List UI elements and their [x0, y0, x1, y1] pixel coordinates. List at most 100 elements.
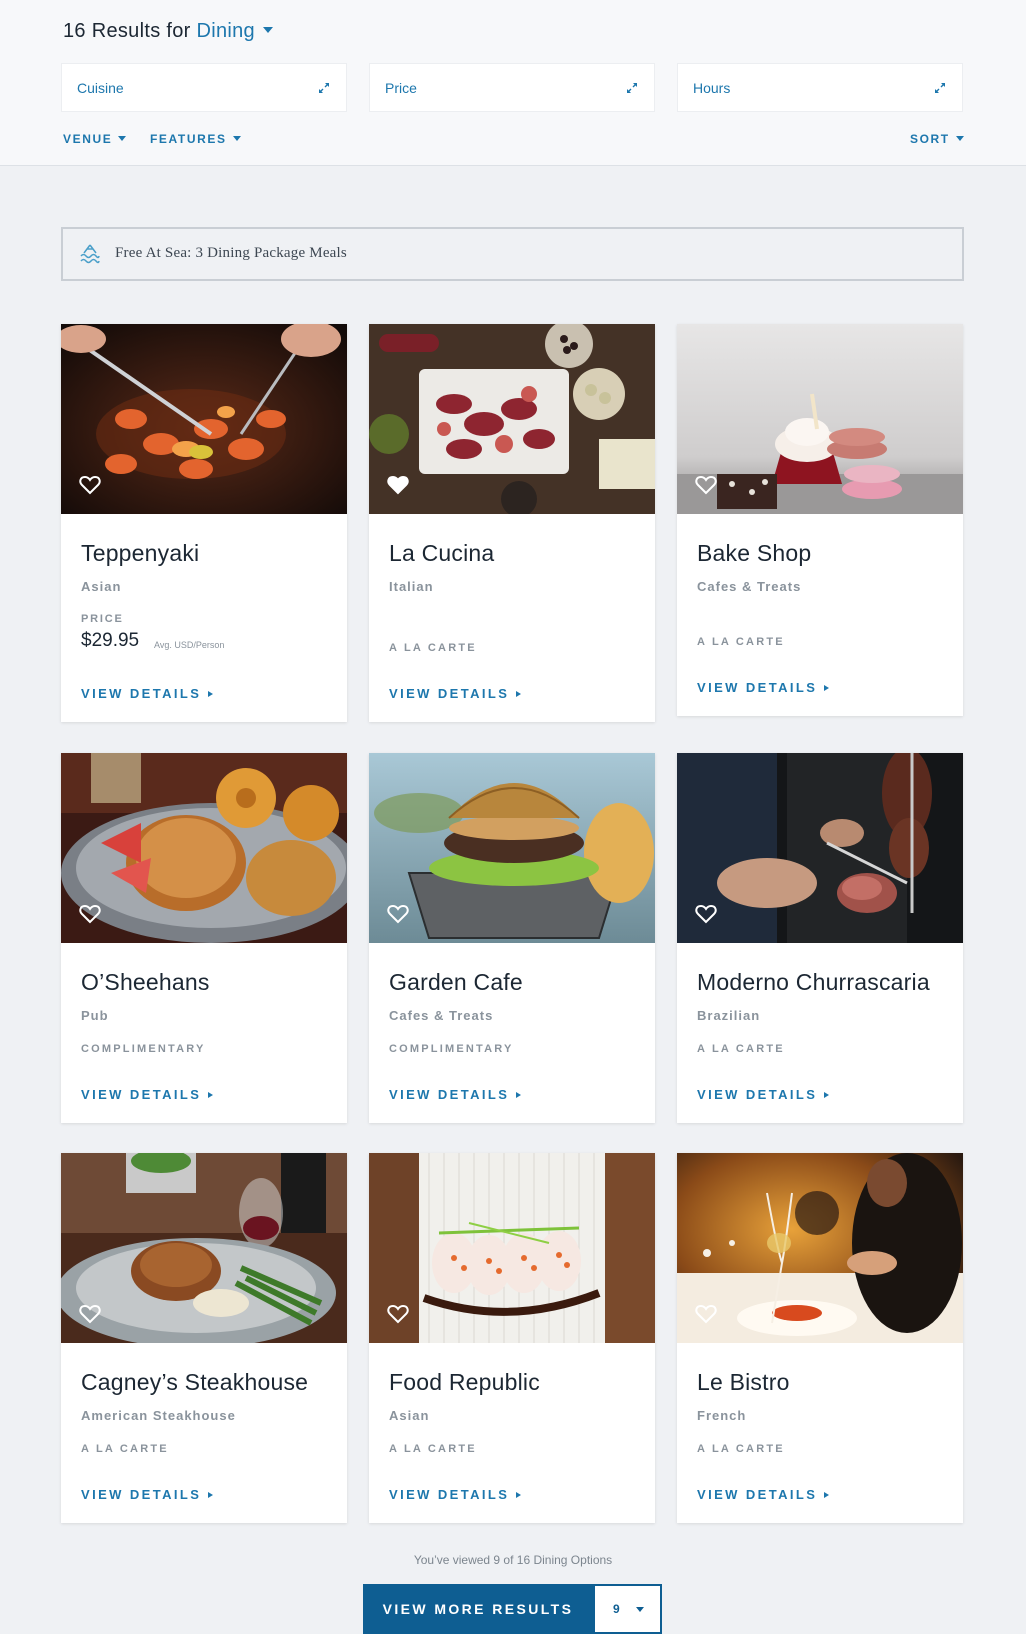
- venue-label: VENUE: [63, 132, 113, 146]
- view-details-label: VIEW DETAILS: [389, 686, 510, 701]
- promo-text: Free At Sea: 3 Dining Package Meals: [115, 245, 347, 261]
- arrow-right-icon: [516, 1492, 522, 1498]
- expand-icon: [627, 83, 637, 93]
- chevron-down-icon: [955, 136, 964, 142]
- card-title: Bake Shop: [697, 540, 812, 566]
- view-details-label: VIEW DETAILS: [81, 686, 202, 701]
- card-title: Teppenyaki: [81, 540, 200, 566]
- card-image[interactable]: [677, 1153, 963, 1343]
- view-details-link[interactable]: VIEW DETAILS: [697, 680, 830, 695]
- chevron-down-icon: [636, 1607, 644, 1612]
- view-details-link[interactable]: VIEW DETAILS: [81, 1087, 214, 1102]
- card-title: O’Sheehans: [81, 969, 210, 995]
- hours-filter-label: Hours: [693, 80, 731, 96]
- dining-card[interactable]: Cagney’s Steakhouse American Steakhouse …: [61, 1153, 347, 1523]
- view-details-link[interactable]: VIEW DETAILS: [389, 686, 522, 701]
- results-per-page-value: 9: [613, 1602, 620, 1616]
- card-meal-type: A LA CARTE: [697, 636, 785, 648]
- heart-icon[interactable]: [79, 475, 101, 495]
- features-dropdown[interactable]: FEATURES: [150, 132, 241, 146]
- view-details-link[interactable]: VIEW DETAILS: [81, 686, 214, 701]
- card-image[interactable]: [61, 324, 347, 514]
- sort-dropdown[interactable]: SORT: [910, 132, 964, 146]
- dining-card[interactable]: O’Sheehans Pub COMPLIMENTARY VIEW DETAIL…: [61, 753, 347, 1123]
- view-details-link[interactable]: VIEW DETAILS: [697, 1487, 830, 1502]
- card-title: Le Bistro: [697, 1369, 790, 1395]
- expand-icon: [319, 83, 329, 93]
- dining-card[interactable]: Teppenyaki Asian PRICE $29.95 Avg. USD/P…: [61, 324, 347, 722]
- card-cuisine: Brazilian: [697, 1008, 761, 1023]
- heart-icon[interactable]: [387, 475, 409, 495]
- chevron-down-icon: [118, 136, 127, 142]
- dining-card[interactable]: Le Bistro French A LA CARTE VIEW DETAILS: [677, 1153, 963, 1523]
- card-meal-type: A LA CARTE: [389, 1443, 477, 1455]
- view-more-results-button[interactable]: VIEW MORE RESULTS: [363, 1584, 593, 1634]
- card-cuisine: French: [697, 1408, 747, 1423]
- arrow-right-icon: [208, 691, 214, 697]
- card-image[interactable]: [369, 324, 655, 514]
- arrow-right-icon: [516, 1092, 522, 1098]
- cuisine-filter[interactable]: Cuisine: [61, 63, 347, 112]
- card-cuisine: Cafes & Treats: [697, 579, 802, 594]
- category-dropdown[interactable]: Dining: [196, 20, 273, 42]
- card-image[interactable]: [677, 753, 963, 943]
- card-image[interactable]: [61, 1153, 347, 1343]
- card-image[interactable]: [61, 753, 347, 943]
- view-details-link[interactable]: VIEW DETAILS: [81, 1487, 214, 1502]
- hours-filter[interactable]: Hours: [677, 63, 963, 112]
- price-filter-label: Price: [385, 80, 417, 96]
- view-details-link[interactable]: VIEW DETAILS: [697, 1087, 830, 1102]
- card-title: Food Republic: [389, 1369, 540, 1395]
- heart-icon[interactable]: [79, 904, 101, 924]
- card-cuisine: Cafes & Treats: [389, 1008, 494, 1023]
- heart-icon[interactable]: [695, 475, 717, 495]
- card-cuisine: American Steakhouse: [81, 1408, 236, 1423]
- sort-label: SORT: [910, 132, 950, 146]
- chevron-down-icon: [262, 26, 273, 33]
- dining-card[interactable]: Bake Shop Cafes & Treats A LA CARTE VIEW…: [677, 324, 963, 716]
- arrow-right-icon: [824, 1492, 830, 1498]
- filter-header: 16 Results for Dining Cuisine Price Hour…: [0, 0, 1026, 166]
- arrow-right-icon: [208, 1492, 214, 1498]
- waves-icon: [80, 244, 100, 264]
- heart-icon[interactable]: [695, 1304, 717, 1324]
- dining-card[interactable]: Moderno Churrascaria Brazilian A LA CART…: [677, 753, 963, 1123]
- venue-dropdown[interactable]: VENUE: [63, 132, 127, 146]
- view-details-label: VIEW DETAILS: [697, 680, 818, 695]
- features-label: FEATURES: [150, 132, 227, 146]
- results-progress-text: You’ve viewed 9 of 16 Dining Options: [413, 1553, 613, 1567]
- card-title: Moderno Churrascaria: [697, 969, 930, 995]
- card-title: Garden Cafe: [389, 969, 523, 995]
- results-count-label: 16 Results for: [63, 20, 191, 42]
- card-title: La Cucina: [389, 540, 495, 566]
- heart-icon[interactable]: [79, 1304, 101, 1324]
- heart-icon[interactable]: [695, 904, 717, 924]
- dining-card[interactable]: Food Republic Asian A LA CARTE VIEW DETA…: [369, 1153, 655, 1523]
- price-filter[interactable]: Price: [369, 63, 655, 112]
- card-meal-type: A LA CARTE: [697, 1443, 785, 1455]
- view-details-label: VIEW DETAILS: [81, 1487, 202, 1502]
- dining-card[interactable]: Garden Cafe Cafes & Treats COMPLIMENTARY…: [369, 753, 655, 1123]
- arrow-right-icon: [824, 1092, 830, 1098]
- heart-icon[interactable]: [387, 904, 409, 924]
- card-image[interactable]: [369, 753, 655, 943]
- card-cuisine: Pub: [81, 1008, 109, 1023]
- view-details-label: VIEW DETAILS: [697, 1487, 818, 1502]
- arrow-right-icon: [208, 1092, 214, 1098]
- arrow-right-icon: [824, 685, 830, 691]
- card-cuisine: Asian: [81, 579, 122, 594]
- results-per-page-select[interactable]: 9: [593, 1584, 662, 1634]
- dining-card[interactable]: La Cucina Italian A LA CARTE VIEW DETAIL…: [369, 324, 655, 722]
- results-title: 16 Results for Dining: [63, 20, 273, 43]
- category-label: Dining: [196, 20, 255, 42]
- card-image[interactable]: [677, 324, 963, 514]
- price-note: Avg. USD/Person: [154, 640, 225, 650]
- view-details-link[interactable]: VIEW DETAILS: [389, 1487, 522, 1502]
- view-details-label: VIEW DETAILS: [697, 1087, 818, 1102]
- card-meal-type: COMPLIMENTARY: [389, 1043, 514, 1055]
- chevron-down-icon: [232, 136, 241, 142]
- view-details-link[interactable]: VIEW DETAILS: [389, 1087, 522, 1102]
- heart-icon[interactable]: [387, 1304, 409, 1324]
- view-details-label: VIEW DETAILS: [389, 1087, 510, 1102]
- card-image[interactable]: [369, 1153, 655, 1343]
